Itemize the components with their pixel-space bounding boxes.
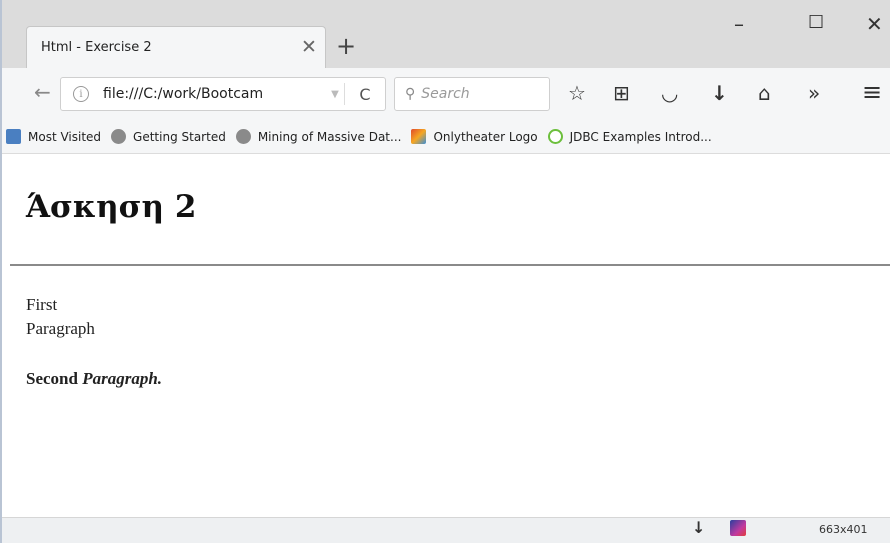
globe-icon xyxy=(111,129,127,144)
second-paragraph-bold: Second xyxy=(26,369,83,388)
bookmark-most-visited[interactable]: Most Visited xyxy=(6,129,101,144)
info-icon[interactable]: i xyxy=(73,86,89,102)
page-heading: Άσκηση 2 xyxy=(26,189,197,225)
maximize-icon[interactable]: ☐ xyxy=(808,14,824,32)
extension-icon[interactable] xyxy=(730,520,746,536)
downloads-icon[interactable]: ↓ xyxy=(711,83,728,103)
download-status-icon[interactable]: ↓ xyxy=(692,520,705,536)
tab-title: Html - Exercise 2 xyxy=(41,40,152,55)
close-tab-icon[interactable]: ✕ xyxy=(293,38,325,57)
bookmark-onlytheater-logo[interactable]: Onlytheater Logo xyxy=(411,129,538,144)
url-field[interactable]: file:///C:/work/Bootcam xyxy=(103,86,326,102)
second-paragraph: Second Paragraph. xyxy=(26,369,162,389)
joomla-icon xyxy=(411,129,427,144)
tab-html-exercise-2[interactable]: Html - Exercise 2 ✕ xyxy=(26,26,326,68)
overflow-icon[interactable]: » xyxy=(808,83,820,103)
bookmark-getting-started[interactable]: Getting Started xyxy=(111,129,226,144)
bookmark-label: JDBC Examples Introd... xyxy=(569,129,712,144)
bookmark-star-icon[interactable]: ☆ xyxy=(568,83,586,103)
search-icon: ⚲ xyxy=(405,86,416,102)
url-dropdown-icon[interactable]: ▼ xyxy=(326,89,344,100)
close-window-icon[interactable]: ✕ xyxy=(866,14,883,34)
pocket-icon[interactable]: ◡ xyxy=(662,83,677,103)
bookmark-jdbc-examples[interactable]: JDBC Examples Introd... xyxy=(547,129,712,144)
bookmark-label: Getting Started xyxy=(133,129,226,144)
first-paragraph: First Paragraph xyxy=(26,293,95,341)
horizontal-rule xyxy=(10,264,890,266)
jdbc-icon xyxy=(547,129,563,144)
home-icon[interactable]: ⌂ xyxy=(758,83,771,103)
bookmark-label: Mining of Massive Dat... xyxy=(257,129,402,144)
url-bar[interactable]: i file:///C:/work/Bootcam ▼ C xyxy=(60,77,386,111)
status-bar xyxy=(2,517,890,543)
reading-list-icon[interactable]: ⊞ xyxy=(613,83,630,103)
bookmark-label: Most Visited xyxy=(28,129,102,144)
bookmark-mining-massive-data[interactable]: Mining of Massive Dat... xyxy=(235,129,402,144)
bookmark-label: Onlytheater Logo xyxy=(433,129,538,144)
bookmarks-toolbar: Most Visited Getting Started Mining of M… xyxy=(2,120,890,154)
menu-icon[interactable]: ≡ xyxy=(862,80,882,104)
globe-icon xyxy=(235,129,251,144)
browser-window: Html - Exercise 2 ✕ + – ☐ ✕ ← i file:///… xyxy=(0,0,890,543)
viewport-dimensions: 663x401 xyxy=(819,523,868,536)
page-content: Άσκηση 2 First Paragraph Second Paragrap… xyxy=(2,155,890,517)
document-icon xyxy=(6,129,21,144)
new-tab-icon[interactable]: + xyxy=(336,34,356,58)
first-paragraph-line-2: Paragraph xyxy=(26,319,95,338)
reload-icon[interactable]: C xyxy=(345,85,385,104)
search-input[interactable] xyxy=(421,86,530,102)
first-paragraph-line-1: First xyxy=(26,295,58,314)
back-icon[interactable]: ← xyxy=(34,82,51,102)
second-paragraph-italic: Paragraph. xyxy=(82,369,163,388)
minimize-icon[interactable]: – xyxy=(734,14,744,34)
search-box[interactable]: ⚲ xyxy=(394,77,550,111)
